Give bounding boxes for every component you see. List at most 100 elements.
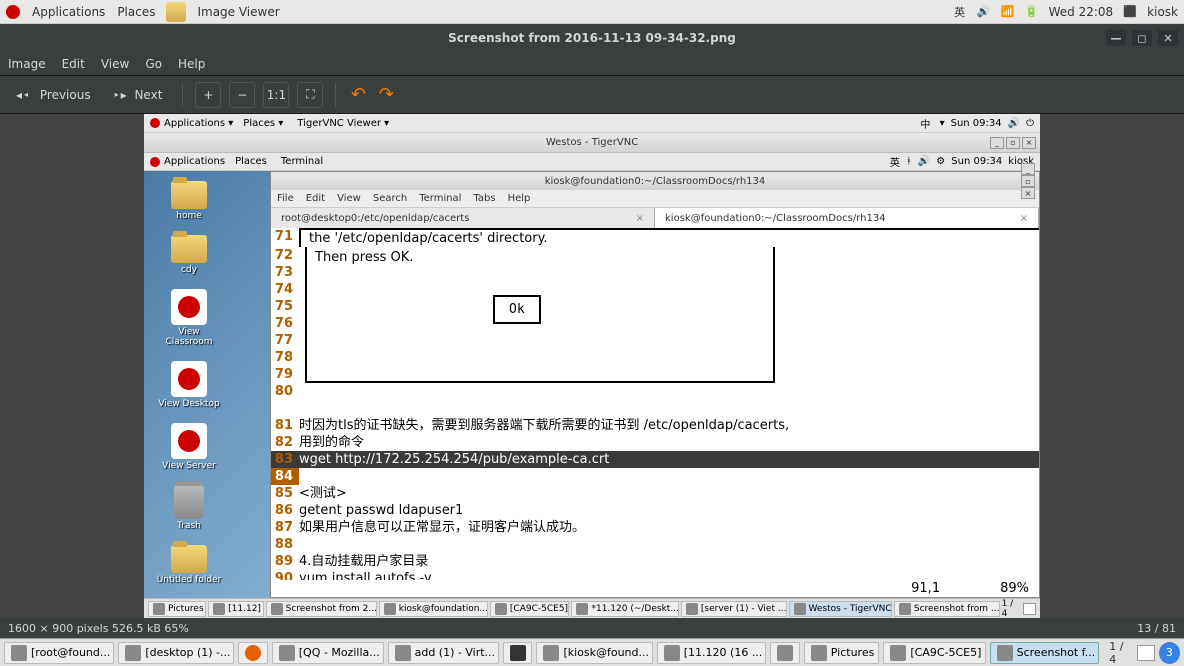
vim-status-line: 91,1 89% (271, 580, 1039, 597)
menu-edit[interactable]: Edit (62, 57, 85, 71)
displayed-image: Applications ▾ Places ▾ TigerVNC Viewer … (144, 114, 1040, 618)
inner2-terminal-label: Terminal (281, 156, 323, 167)
task-root[interactable]: [root@found... (4, 642, 114, 664)
inner-task-ca9c: [CA9C-5CE5] (490, 601, 570, 617)
inner-top-bar-2: Applications Places Terminal 英 ᚼ 🔊 ⚙ Sun… (144, 153, 1040, 171)
code-line: Then press OK. (315, 249, 765, 266)
line-number: 76 (271, 315, 299, 332)
task-11120[interactable]: [11.120 (16 ... (657, 642, 767, 664)
image-canvas[interactable]: Applications ▾ Places ▾ TigerVNC Viewer … (0, 114, 1184, 618)
nested-desktop: home cdy View Classroom View Desktop Vie… (144, 171, 1040, 598)
user-label[interactable]: kiosk (1147, 5, 1178, 19)
desktop-icon-cdy: cdy (154, 235, 224, 275)
bluetooth-icon: ᚼ (906, 156, 912, 167)
line-number: 77 (271, 332, 299, 349)
inner2-ime: 英 (890, 154, 900, 169)
task-qq[interactable]: [QQ - Mozilla... (272, 642, 384, 664)
task-terminal[interactable] (503, 642, 533, 664)
term-menu-file: File (277, 193, 294, 204)
places-menu[interactable]: Places (117, 5, 155, 19)
terminal-titlebar: kiosk@foundation0:~/ClassroomDocs/rh134 … (271, 172, 1039, 190)
menu-image[interactable]: Image (8, 57, 46, 71)
terminal-tab-1: root@desktop0:/etc/openldap/cacerts× (271, 208, 655, 228)
power-icon: ⏻ (1026, 118, 1034, 129)
term-menu-tabs: Tabs (473, 193, 495, 204)
volume-icon: 🔊 (918, 156, 930, 167)
volume-icon[interactable]: 🔊 (977, 5, 991, 19)
close-button[interactable]: ✕ (1158, 30, 1178, 46)
menu-view[interactable]: View (101, 57, 129, 71)
window-titlebar: Screenshot from 2016-11-13 09-34-32.png … (0, 24, 1184, 52)
settings-icon: ⚙ (936, 156, 945, 167)
minimize-button[interactable]: — (1106, 30, 1126, 46)
rotate-left-button[interactable]: ↶ (348, 85, 368, 105)
tab-close-icon: × (636, 213, 644, 224)
inner1-clock: Sun 09:34 (951, 118, 1002, 129)
term-menu-search: Search (373, 193, 407, 204)
inner-task-pictures: Pictures (148, 601, 206, 617)
task-firefox[interactable] (238, 642, 268, 664)
tab-close-icon: × (1020, 213, 1028, 224)
terminal-title: kiosk@foundation0:~/ClassroomDocs/rh134 (545, 176, 766, 187)
vnc-window-titlebar: Westos - TigerVNC _ ▫ × (144, 133, 1040, 153)
desktop-icon-home: home (154, 181, 224, 221)
task-kiosk[interactable]: [kiosk@found... (536, 642, 652, 664)
inner-task-screenshot: Screenshot from 2... (266, 601, 377, 617)
wifi-icon[interactable]: 📶 (1001, 5, 1015, 19)
vnc-maximize: ▫ (1006, 137, 1020, 149)
inner-task-westos: Westos - TigerVNC (789, 601, 892, 617)
workspace-indicator[interactable]: 3 (1159, 642, 1180, 664)
redhat-icon (150, 157, 160, 167)
line-number: 85 (271, 485, 299, 502)
outer-taskbar: [root@found... [desktop (1) -... [QQ - M… (0, 638, 1184, 666)
zoom-original-button[interactable]: 1:1 (263, 82, 289, 108)
line-number: 71 (271, 228, 299, 247)
inner2-clock: Sun 09:34 (951, 156, 1002, 167)
rotate-right-button[interactable]: ↷ (376, 85, 396, 105)
line-number: 86 (271, 502, 299, 519)
line-number: 88 (271, 536, 299, 553)
zoom-in-button[interactable]: + (195, 82, 221, 108)
task-pictures[interactable]: Pictures (804, 642, 880, 664)
task-add-virt[interactable]: add (1) - Virt... (388, 642, 499, 664)
inner-pager-label: 1 / 4 (1002, 599, 1021, 619)
task-desktop1[interactable]: [desktop (1) -... (118, 642, 234, 664)
inner-top-bar-1: Applications ▾ Places ▾ TigerVNC Viewer … (144, 114, 1040, 133)
zoom-fit-button[interactable]: ⛶ (297, 82, 323, 108)
maximize-button[interactable]: ◻ (1132, 30, 1152, 46)
image-viewer-app-icon (166, 2, 186, 22)
inner1-apps: Applications (164, 118, 225, 129)
previous-button[interactable]: ◂◂ Previous (8, 84, 99, 106)
vnc-close: × (1022, 137, 1036, 149)
line-number: 82 (271, 434, 299, 451)
inner1-ime: 中 (920, 116, 930, 131)
term-menu-terminal: Terminal (419, 193, 461, 204)
inner1-vnc-label: TigerVNC Viewer (297, 118, 381, 129)
menu-go[interactable]: Go (145, 57, 162, 71)
pager-cell[interactable] (1137, 645, 1155, 661)
battery-icon[interactable]: 🔋 (1025, 5, 1039, 19)
code-line: the '/etc/openldap/cacerts' directory. (299, 228, 1039, 247)
line-number: 73 (271, 264, 299, 281)
desktop-icon-view-classroom: View Classroom (154, 289, 224, 347)
term-menu-edit: Edit (306, 193, 325, 204)
zoom-out-button[interactable]: − (229, 82, 255, 108)
desktop-icon-untitled: Untitled folder (154, 545, 224, 585)
pager-cell (1023, 603, 1036, 615)
terminal-menubar: File Edit View Search Terminal Tabs Help (271, 190, 1039, 208)
code-line: 如果用户信息可以正常显示，证明客户端认成功。 (299, 519, 1039, 536)
terminal-window: kiosk@foundation0:~/ClassroomDocs/rh134 … (270, 171, 1040, 598)
clock[interactable]: Wed 22:08 (1049, 5, 1114, 19)
ime-indicator[interactable]: 英 (953, 5, 967, 19)
task-ca9c[interactable]: [CA9C-5CE5] (883, 642, 985, 664)
menu-help[interactable]: Help (178, 57, 205, 71)
volume-icon: 🔊 (1008, 118, 1020, 129)
task-files[interactable] (770, 642, 800, 664)
applications-menu[interactable]: Applications (32, 5, 105, 19)
code-line: 用到的命令 (299, 434, 1039, 451)
task-screenshot[interactable]: Screenshot f... (990, 642, 1100, 664)
current-app-label[interactable]: Image Viewer (197, 5, 279, 19)
next-button[interactable]: ▸▸ Next (107, 84, 171, 106)
line-number: 87 (271, 519, 299, 536)
code-line: <测试> (299, 485, 1039, 502)
